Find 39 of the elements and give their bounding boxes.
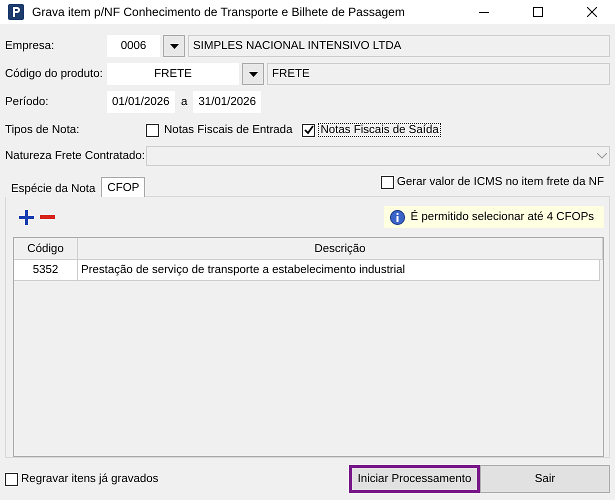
dropdown-button[interactable]	[242, 63, 264, 85]
product-code-field[interactable]: FRETE	[107, 63, 239, 85]
company-code-field[interactable]: 0006	[107, 35, 160, 57]
checkbox[interactable]	[302, 124, 316, 136]
table-cell: Prestação de serviço de transporte a estabelecimento industrial	[78, 260, 600, 281]
company-name-field: SIMPLES NACIONAL INTENSIVO LTDA	[188, 35, 610, 57]
checkbox[interactable]	[146, 124, 159, 136]
field-label: Código do produto:	[5, 68, 104, 80]
product-name-field: FRETE	[267, 63, 610, 85]
column-header[interactable]: Código	[14, 238, 78, 260]
maximize-icon	[533, 7, 543, 17]
checkbox-label: Regravar itens já gravados	[21, 473, 158, 485]
field-label: Natureza Frete Contratado:	[5, 150, 146, 162]
field-label: Período:	[5, 96, 50, 108]
app-logo-icon	[8, 4, 24, 20]
chevron-down-icon	[597, 153, 607, 159]
field-label: Empresa:	[5, 40, 56, 52]
checkbox[interactable]	[380, 176, 394, 188]
caret-icon	[248, 72, 258, 76]
checkbox-label[interactable]: Notas Fiscais de Entrada	[162, 123, 294, 137]
checkbox-label: Gerar valor de ICMS no item frete da NF	[396, 176, 604, 188]
add-icon[interactable]	[19, 210, 34, 224]
range-separator: a	[181, 96, 188, 108]
column-header[interactable]: Descrição	[78, 238, 603, 260]
exit-button[interactable]: Sair	[480, 465, 610, 493]
end-date-field[interactable]: 31/01/2026	[193, 91, 262, 113]
close-icon	[587, 7, 597, 17]
field-label: Tipos de Nota:	[5, 124, 80, 136]
start-button[interactable]: Iniciar Processamento	[349, 465, 480, 493]
caret-icon	[170, 44, 178, 48]
info-message: É permitido selecionar até 4 CFOPs	[410, 211, 594, 223]
table-cell: 5352	[14, 260, 78, 281]
tab[interactable]: CFOP	[101, 177, 146, 197]
dropdown-button[interactable]	[163, 35, 185, 57]
start-date-field[interactable]: 01/01/2026	[107, 91, 175, 113]
checkbox-label[interactable]: Notas Fiscais de Saída	[318, 123, 441, 137]
window-title: Grava item p/NF Conhecimento de Transporte e Bilhete de Passagem	[32, 5, 406, 19]
checkbox[interactable]	[5, 472, 18, 486]
info-icon	[390, 210, 405, 224]
